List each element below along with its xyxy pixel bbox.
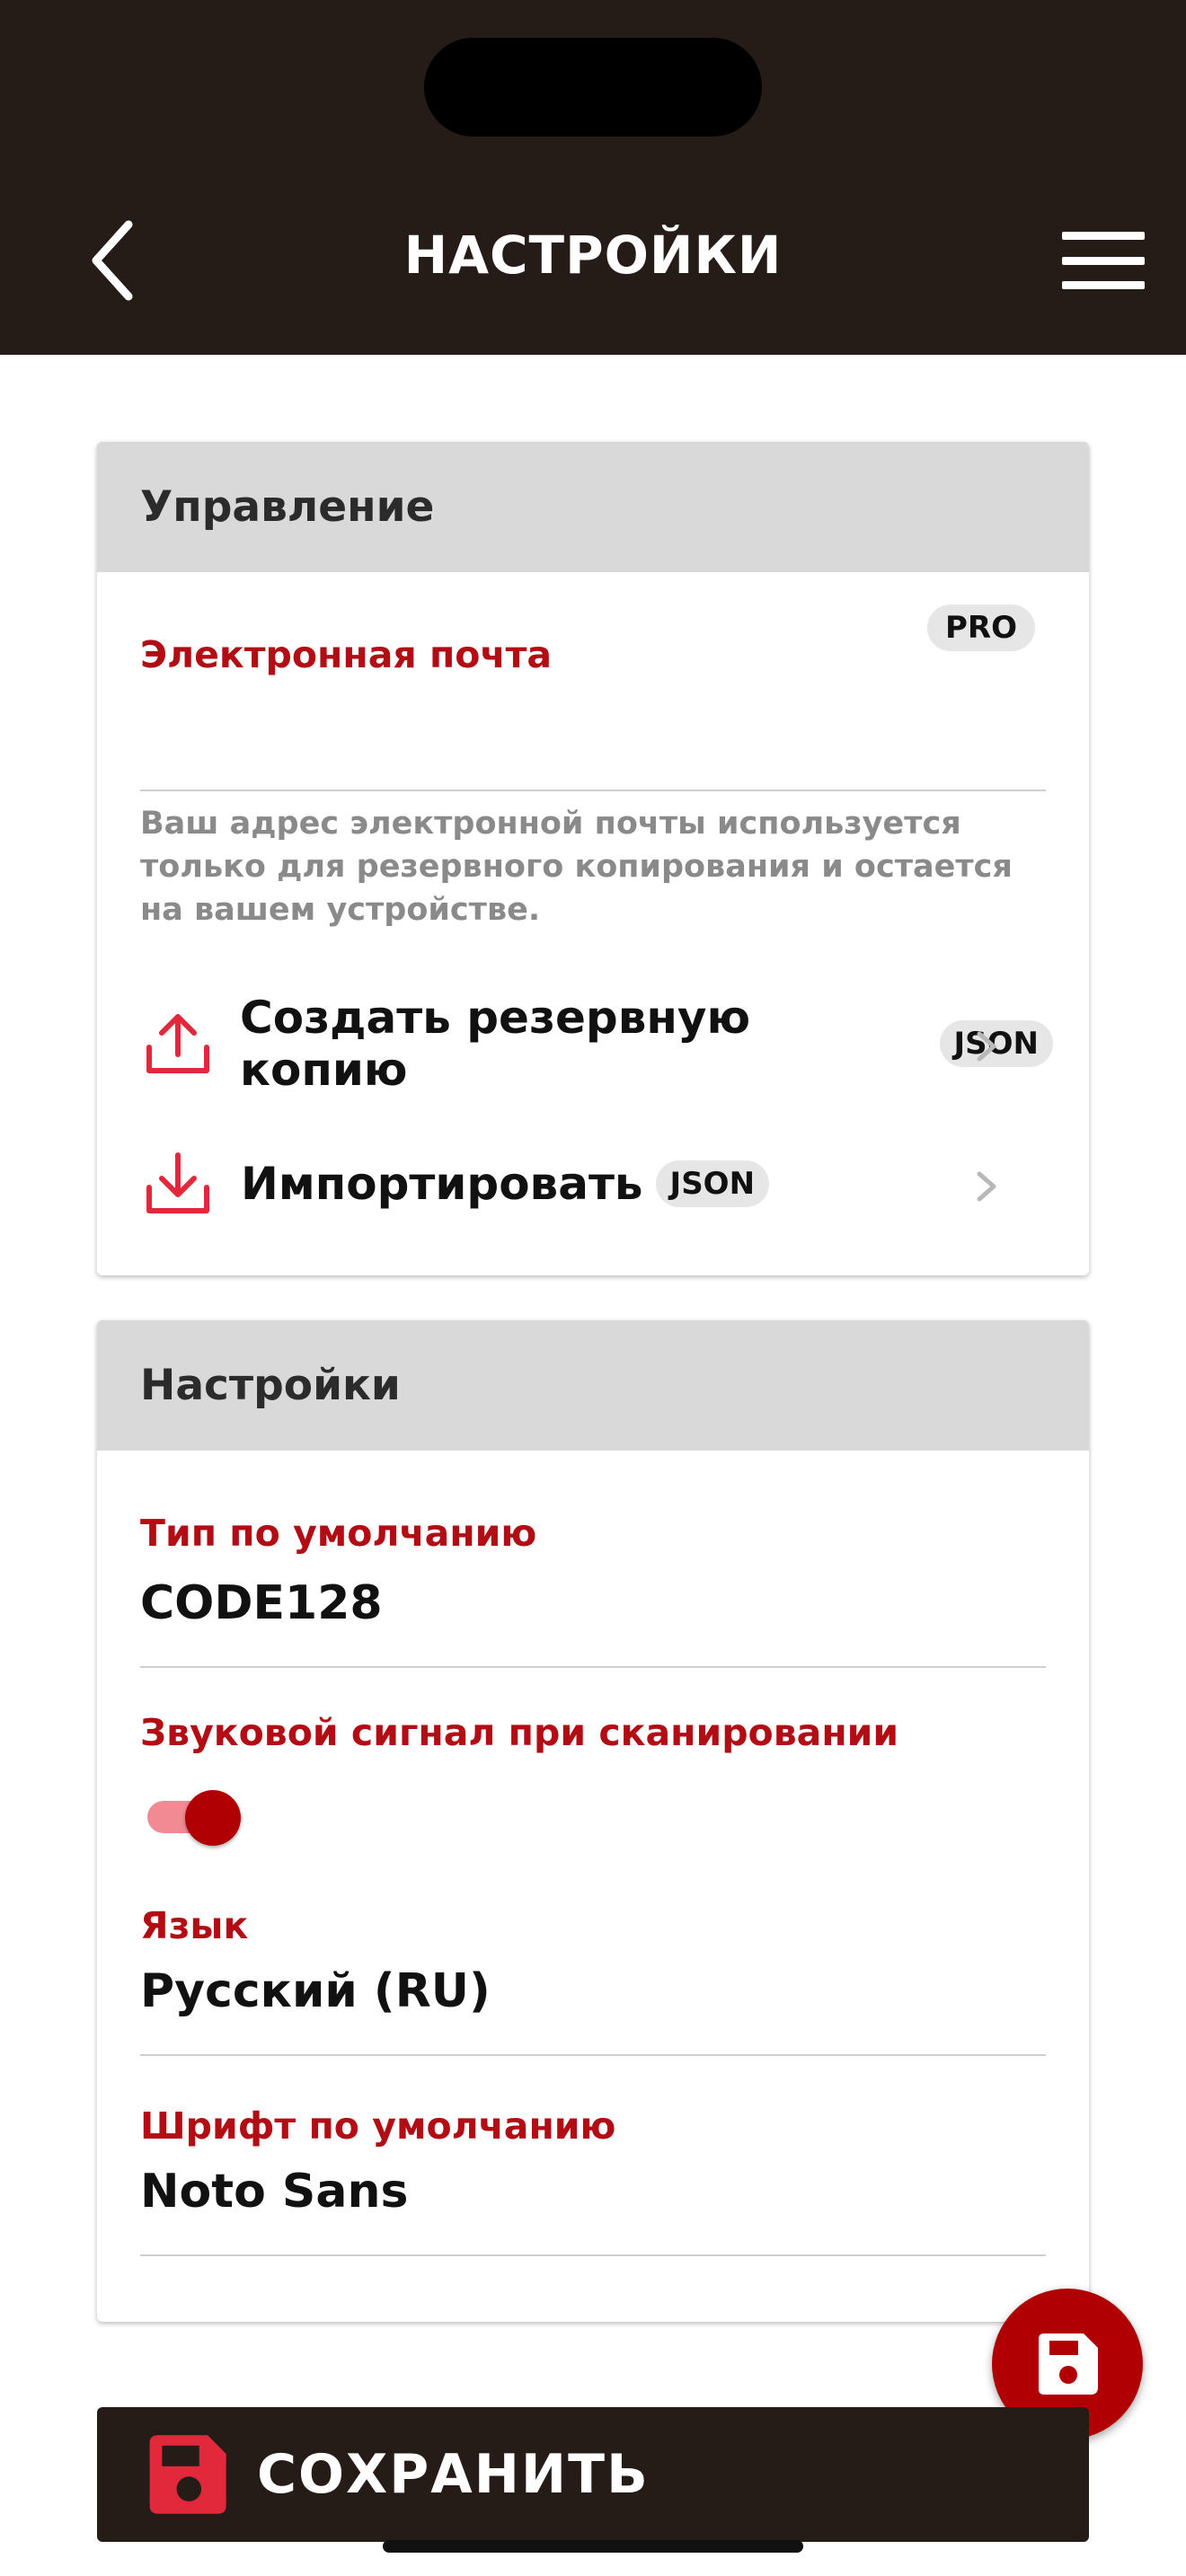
default-type-label: Тип по умолчанию — [140, 1512, 537, 1555]
page-title: НАСТРОЙКИ — [403, 225, 783, 286]
default-type-select[interactable]: CODE128 — [140, 1576, 383, 1630]
default-type-underline — [140, 1666, 1046, 1668]
management-heading: Управление — [97, 442, 1089, 572]
dynamic-island — [424, 38, 762, 137]
language-underline — [140, 2054, 1046, 2056]
hamburger-menu-icon — [1062, 232, 1145, 240]
language-select[interactable]: Русский (RU) — [140, 1964, 491, 2018]
download-icon — [133, 1139, 223, 1229]
backup-button[interactable]: Создать резервную копию JSON — [133, 992, 1053, 1096]
default-font-label: Шрифт по умолчанию — [140, 2104, 616, 2148]
import-label: Импортировать — [241, 1158, 643, 1210]
chevron-right-icon — [977, 1171, 996, 1202]
upload-icon — [133, 999, 222, 1089]
default-font-underline — [140, 2254, 1046, 2256]
default-font-select[interactable]: Noto Sans — [140, 2165, 408, 2219]
save-label: СОХРАНИТЬ — [257, 2443, 650, 2506]
email-label: Электронная почта — [140, 633, 553, 676]
floppy-disk-icon — [142, 2430, 232, 2519]
json-badge: JSON — [655, 1160, 770, 1207]
chevron-right-icon — [977, 1031, 996, 1062]
settings-card: Настройки Тип по умолчанию CODE128 Звуко… — [97, 1320, 1089, 2322]
home-indicator — [383, 2540, 803, 2553]
floppy-disk-icon — [1039, 2333, 1098, 2395]
pro-badge: PRO — [926, 604, 1035, 651]
import-button[interactable]: Импортировать JSON — [133, 1134, 1053, 1233]
scan-beep-label: Звуковой сигнал при сканировании — [140, 1711, 899, 1754]
language-label: Язык — [140, 1904, 249, 1947]
backup-label: Создать резервную копию — [240, 992, 751, 1096]
save-button[interactable]: СОХРАНИТЬ — [97, 2407, 1089, 2542]
management-card: Управление PRO Электронная почта Ваш адр… — [97, 442, 1089, 1275]
settings-heading: Настройки — [97, 1320, 1089, 1451]
email-field[interactable] — [140, 689, 1046, 788]
menu-button[interactable] — [1058, 225, 1148, 296]
email-hint: Ваш адрес электронной почты используется… — [140, 806, 1013, 928]
top-app-bar: НАСТРОЙКИ — [0, 0, 1186, 355]
email-field-underline — [140, 790, 1046, 791]
scan-beep-toggle[interactable] — [140, 1783, 248, 1846]
